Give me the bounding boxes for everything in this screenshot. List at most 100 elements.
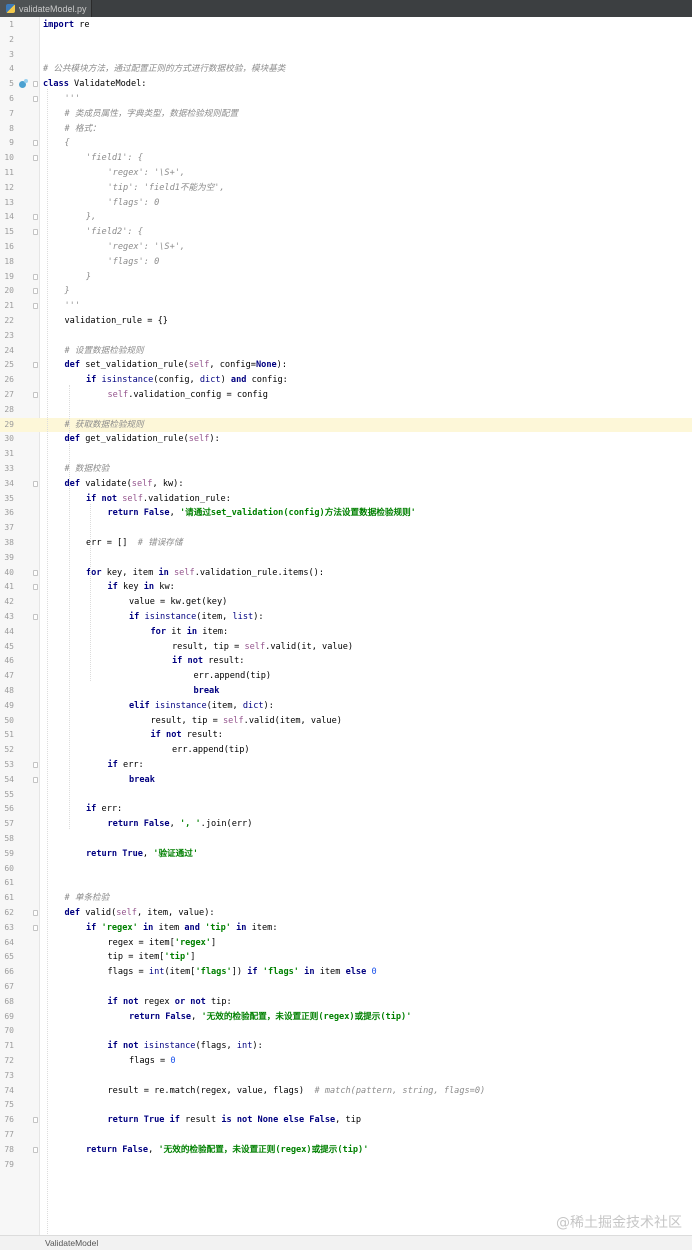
fold-marker-icon[interactable] — [33, 776, 38, 783]
code-line[interactable]: 46 if not result: — [0, 654, 692, 669]
fold-marker-icon[interactable] — [33, 392, 38, 398]
code-line[interactable]: 62 def valid(self, item, value): — [0, 906, 692, 921]
code-line[interactable]: 77 — [0, 1128, 692, 1143]
code-line[interactable]: 63 if 'regex' in item and 'tip' in item: — [0, 921, 692, 936]
fold-marker-icon[interactable] — [33, 96, 38, 102]
code-line[interactable]: 75 — [0, 1098, 692, 1113]
code-line[interactable]: 48 break — [0, 684, 692, 699]
code-line[interactable]: 33 # 数据校验 — [0, 462, 692, 477]
code-line[interactable]: 64 regex = item['regex'] — [0, 936, 692, 951]
code-line[interactable]: 19} — [0, 270, 692, 285]
code-line[interactable]: 67 — [0, 980, 692, 995]
code-line[interactable]: 29 # 获取数据检验规则 — [0, 417, 692, 433]
code-line[interactable]: 40 for key, item in self.validation_rule.… — [0, 566, 692, 581]
fold-marker-icon[interactable] — [33, 1117, 38, 1124]
fold-marker-icon[interactable] — [33, 155, 38, 162]
code-line[interactable]: 27 self.validation_config = config — [0, 388, 692, 403]
code-line[interactable]: 20} — [0, 284, 692, 299]
fold-marker-icon[interactable] — [33, 140, 38, 147]
code-line[interactable]: 73 — [0, 1069, 692, 1084]
code-line[interactable]: 4 # 公共模块方法，通过配置正则的方式进行数据校验，模块基类 — [0, 62, 692, 77]
breadcrumb-class[interactable]: ValidateModel — [45, 1238, 98, 1248]
code-line[interactable]: 31 — [0, 447, 692, 462]
code-line[interactable]: 61 # 单条检验 — [0, 891, 692, 906]
fold-marker-icon[interactable] — [33, 303, 38, 310]
code-line[interactable]: 38 err = [] # 错误存储 — [0, 536, 692, 551]
code-line[interactable]: 53 if err: — [0, 758, 692, 773]
code-line[interactable]: 13 'flags': 0 — [0, 196, 692, 211]
code-line[interactable]: 25 def set_validation_rule(self, config=N… — [0, 358, 692, 373]
code-line[interactable]: 78 return False, '无效的检验配置，未设置正则(regex)或提示… — [0, 1143, 692, 1158]
fold-marker-icon[interactable] — [33, 569, 38, 576]
code-line[interactable]: 36 return False, '请通过set_validation(confi… — [0, 506, 692, 521]
code-line[interactable]: 21 ''' — [0, 299, 692, 314]
fold-marker-icon[interactable] — [33, 480, 38, 487]
code-line[interactable]: 71 if not isinstance(flags, int): — [0, 1039, 692, 1054]
code-line[interactable]: 51 if not result: — [0, 728, 692, 743]
code-line[interactable]: 10 'field1': { — [0, 151, 692, 166]
fold-marker-icon[interactable] — [33, 273, 38, 280]
code-line[interactable]: 28 — [0, 403, 692, 418]
fold-marker-icon[interactable] — [33, 1146, 38, 1153]
code-line[interactable]: 24 # 设置数据检验规则 — [0, 344, 692, 359]
code-line[interactable]: 49 elif isinstance(item, dict): — [0, 699, 692, 714]
code-line[interactable]: 37 — [0, 521, 692, 536]
code-line[interactable]: 35 if not self.validation_rule: — [0, 492, 692, 507]
code-line[interactable]: 11 'regex': '\S+', — [0, 166, 692, 181]
code-line[interactable]: 47 err.append(tip) — [0, 669, 692, 684]
code-line[interactable]: 61 — [0, 876, 692, 891]
code-line[interactable]: 18 'flags': 0 — [0, 255, 692, 270]
code-line[interactable]: 66 flags = int(item['flags']) if 'flags' … — [0, 965, 692, 980]
code-line[interactable]: 45 result, tip = self.valid(it, value) — [0, 640, 692, 655]
code-line[interactable]: 60 — [0, 862, 692, 877]
fold-marker-icon[interactable] — [33, 584, 38, 591]
code-line[interactable]: 56 if err: — [0, 802, 692, 817]
code-line[interactable]: 34 def validate(self, kw): — [0, 477, 692, 492]
code-line[interactable]: 52 err.append(tip) — [0, 743, 692, 758]
code-line[interactable]: 68 if not regex or not tip: — [0, 995, 692, 1010]
code-line[interactable]: 8 # 格式： — [0, 122, 692, 137]
code-line[interactable]: 55 — [0, 788, 692, 803]
code-line[interactable]: 23 — [0, 329, 692, 344]
code-line[interactable]: 50 result, tip = self.valid(item, value) — [0, 714, 692, 729]
code-line[interactable]: 58 — [0, 832, 692, 847]
tab-validatemodel-py[interactable]: validateModel.py — [0, 0, 92, 17]
fold-marker-icon[interactable] — [33, 288, 38, 295]
code-line[interactable]: 2 — [0, 33, 692, 48]
code-line[interactable]: 44 for it in item: — [0, 625, 692, 640]
code-line[interactable]: 26 if isinstance(config, dict) and config… — [0, 373, 692, 388]
fold-marker-icon[interactable] — [33, 910, 38, 916]
code-line[interactable]: 5 class ValidateModel: — [0, 77, 692, 92]
code-line[interactable]: 65 tip = item['tip'] — [0, 950, 692, 965]
code-line[interactable]: 57 return False, ', '.join(err) — [0, 817, 692, 832]
code-line[interactable]: 42 value = kw.get(key) — [0, 595, 692, 610]
override-gutter-icon[interactable] — [19, 79, 28, 89]
code-line[interactable]: 6 ''' — [0, 92, 692, 107]
code-line[interactable]: 54 break — [0, 773, 692, 788]
code-line[interactable]: 79 — [0, 1158, 692, 1173]
code-line[interactable]: 39 — [0, 551, 692, 566]
fold-marker-icon[interactable] — [33, 762, 38, 768]
code-editor[interactable]: 1 import re 2 3 4 # 公共模块方法，通过配置正则的方式进行数据校验，模块… — [0, 17, 692, 1244]
code-line[interactable]: 41 if key in kw: — [0, 580, 692, 595]
code-line[interactable]: 9{ — [0, 136, 692, 151]
fold-marker-icon[interactable] — [33, 81, 38, 88]
code-line[interactable]: 30 def get_validation_rule(self): — [0, 432, 692, 447]
fold-marker-icon[interactable] — [33, 214, 38, 221]
code-line[interactable]: 70 — [0, 1024, 692, 1039]
code-line[interactable]: 76 return True if result is not None else… — [0, 1113, 692, 1128]
code-line[interactable]: 1 import re — [0, 18, 692, 33]
fold-marker-icon[interactable] — [33, 229, 38, 236]
code-line[interactable]: 22 validation_rule = {} — [0, 314, 692, 329]
fold-marker-icon[interactable] — [33, 614, 38, 620]
code-line[interactable]: 16 'regex': '\S+', — [0, 240, 692, 255]
code-line[interactable]: 72 flags = 0 — [0, 1054, 692, 1069]
code-line[interactable]: 74 result = re.match(regex, value, flags)… — [0, 1084, 692, 1099]
code-line[interactable]: 3 — [0, 48, 692, 63]
code-line[interactable]: 7 # 类成员属性，字典类型，数据检验规则配置 — [0, 107, 692, 122]
fold-marker-icon[interactable] — [33, 924, 38, 931]
code-line[interactable]: 14}, — [0, 210, 692, 225]
code-line[interactable]: 69 return False, '无效的检验配置，未设置正则(regex)或提示… — [0, 1010, 692, 1025]
code-line[interactable]: 59 return True, '验证通过' — [0, 847, 692, 862]
code-line[interactable]: 15 'field2': { — [0, 225, 692, 240]
